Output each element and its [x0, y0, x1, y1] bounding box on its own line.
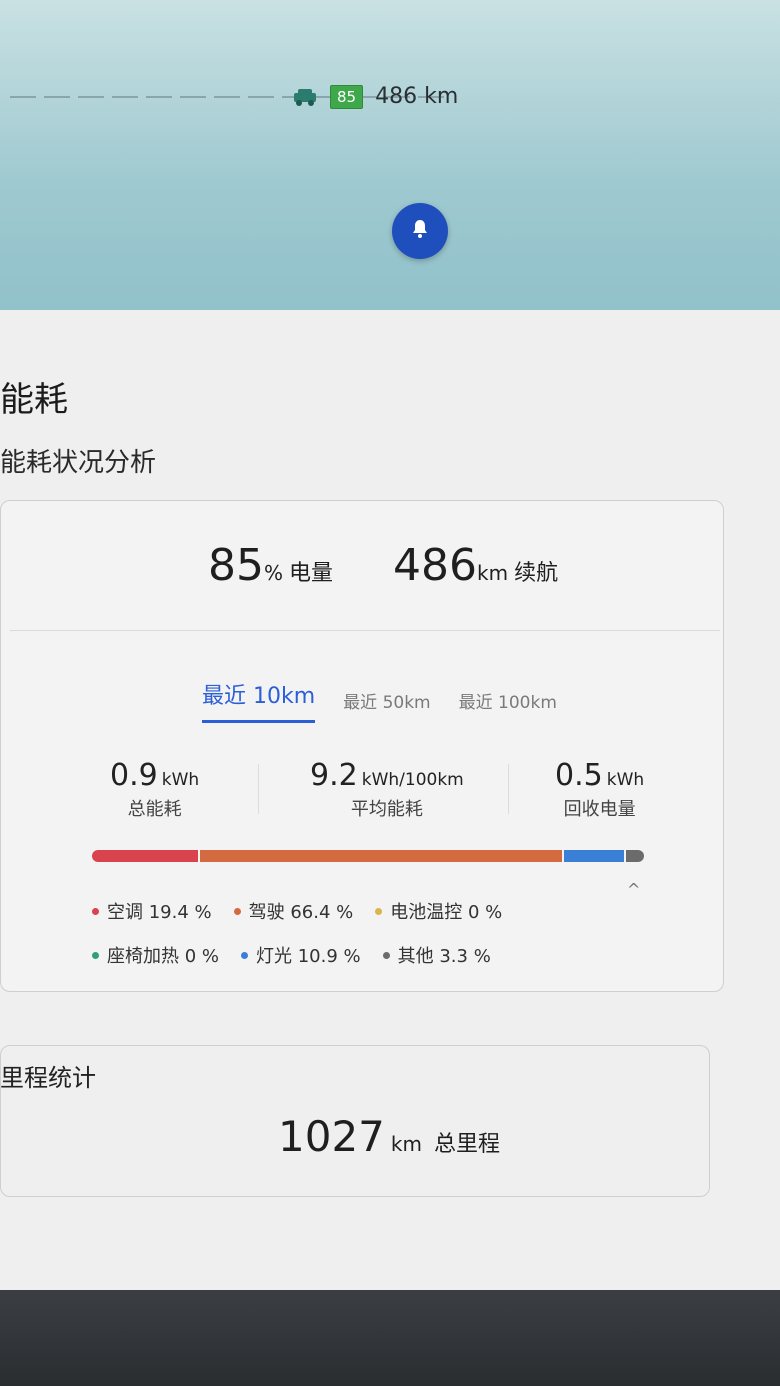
- metric-separator: [508, 764, 509, 814]
- status-group: 85 486 km: [292, 84, 458, 109]
- total-mileage-unit: km: [390, 1132, 422, 1156]
- metric-recovered-energy: 0.5 kWh 回收电量: [555, 758, 644, 821]
- metric-unit: kWh/100km: [361, 770, 464, 790]
- notification-bell-button[interactable]: [392, 203, 448, 259]
- tab-recent-100km[interactable]: 最近 100km: [459, 688, 557, 723]
- total-mileage: 1027 km 总里程: [278, 1112, 500, 1161]
- metric-value: 9.2: [310, 758, 358, 793]
- legend-dot-icon: [375, 907, 383, 915]
- legend-dot-icon: [233, 907, 241, 915]
- legend-label: 灯光 10.9 %: [256, 946, 361, 967]
- status-area: 85 486 km: [0, 0, 780, 330]
- tab-recent-50km[interactable]: 最近 50km: [343, 688, 430, 723]
- bell-icon: [408, 217, 432, 245]
- legend-label: 驾驶 66.4 %: [248, 902, 354, 923]
- legend-item-seat-heating: 座椅加热 0 %: [92, 942, 219, 968]
- metric-unit: kWh: [161, 770, 200, 790]
- energy-metrics: 0.9 kWh 总能耗 9.2 kWh/100km 平均能耗 0.5 kWh 回收电量: [110, 758, 650, 828]
- breakdown-segment: [623, 850, 644, 862]
- legend-dot-icon: [382, 951, 390, 959]
- legend-item-battery-thermal: 电池温控 0 %: [375, 898, 502, 924]
- bottom-bezel: [0, 1290, 780, 1386]
- legend-item-driving: 驾驶 66.4 %: [233, 898, 354, 924]
- vehicle-screen: 85 486 km 能耗 能耗状况分析 85% 电量 486km 续航 最近 10k…: [0, 0, 780, 1300]
- breakdown-segment: [197, 850, 563, 862]
- total-mileage-value: 1027: [278, 1112, 385, 1161]
- legend-item-lights: 灯光 10.9 %: [241, 942, 361, 968]
- legend-label: 电池温控 0 %: [390, 902, 503, 923]
- breakdown-segment: [92, 850, 198, 862]
- battery-unit: %: [264, 561, 284, 585]
- legend-dot-icon: [92, 951, 99, 959]
- battery-value: 85: [208, 540, 264, 591]
- mileage-title: 里程统计: [0, 1064, 96, 1092]
- legend-dot-icon: [92, 907, 99, 915]
- legend-row: 空调 19.4 % 驾驶 66.4 % 电池温控 0 %: [92, 898, 612, 924]
- chevron-up-icon[interactable]: ^: [627, 880, 640, 899]
- battery-badge: 85: [330, 84, 364, 109]
- range-readout: 486 km: [375, 84, 459, 109]
- tab-recent-10km[interactable]: 最近 10km: [202, 678, 316, 723]
- legend-label: 其他 3.3 %: [397, 946, 491, 967]
- range-summary: 486km 续航: [393, 540, 558, 591]
- range-value: 486: [393, 540, 478, 591]
- legend-label: 座椅加热 0 %: [107, 946, 219, 967]
- energy-summary: 85% 电量 486km 续航: [208, 540, 558, 591]
- car-icon: [292, 87, 318, 107]
- energy-legend: 空调 19.4 % 驾驶 66.4 % 电池温控 0 % 座椅加热 0 % 灯光…: [92, 898, 612, 986]
- metric-label: 回收电量: [563, 799, 636, 820]
- metric-label: 平均能耗: [350, 799, 423, 820]
- legend-dot-icon: [241, 951, 248, 959]
- battery-summary: 85% 电量: [208, 540, 333, 591]
- breakdown-segment: [562, 850, 624, 862]
- metric-separator: [258, 764, 259, 814]
- total-mileage-caption: 总里程: [433, 1132, 500, 1157]
- summary-divider: [10, 630, 720, 631]
- energy-breakdown-bar: [92, 850, 644, 862]
- metric-label: 总能耗: [127, 799, 182, 820]
- legend-row: 座椅加热 0 % 灯光 10.9 % 其他 3.3 %: [92, 942, 612, 968]
- distance-tabs: 最近 10km 最近 50km 最近 100km: [202, 678, 557, 723]
- metric-total-consumption: 0.9 kWh 总能耗: [110, 758, 199, 821]
- metric-value: 0.9: [110, 758, 158, 793]
- metric-value: 0.5: [555, 758, 603, 793]
- legend-label: 空调 19.4 %: [107, 902, 212, 923]
- legend-item-other: 其他 3.3 %: [382, 942, 491, 968]
- range-caption: 续航: [514, 561, 559, 586]
- energy-subtitle: 能耗状况分析: [0, 448, 157, 478]
- metric-unit: kWh: [606, 770, 645, 790]
- battery-caption: 电量: [289, 561, 334, 586]
- metric-average-consumption: 9.2 kWh/100km 平均能耗: [310, 758, 464, 821]
- legend-item-ac: 空调 19.4 %: [92, 898, 212, 924]
- range-unit: km: [477, 561, 509, 585]
- energy-title: 能耗: [0, 380, 68, 420]
